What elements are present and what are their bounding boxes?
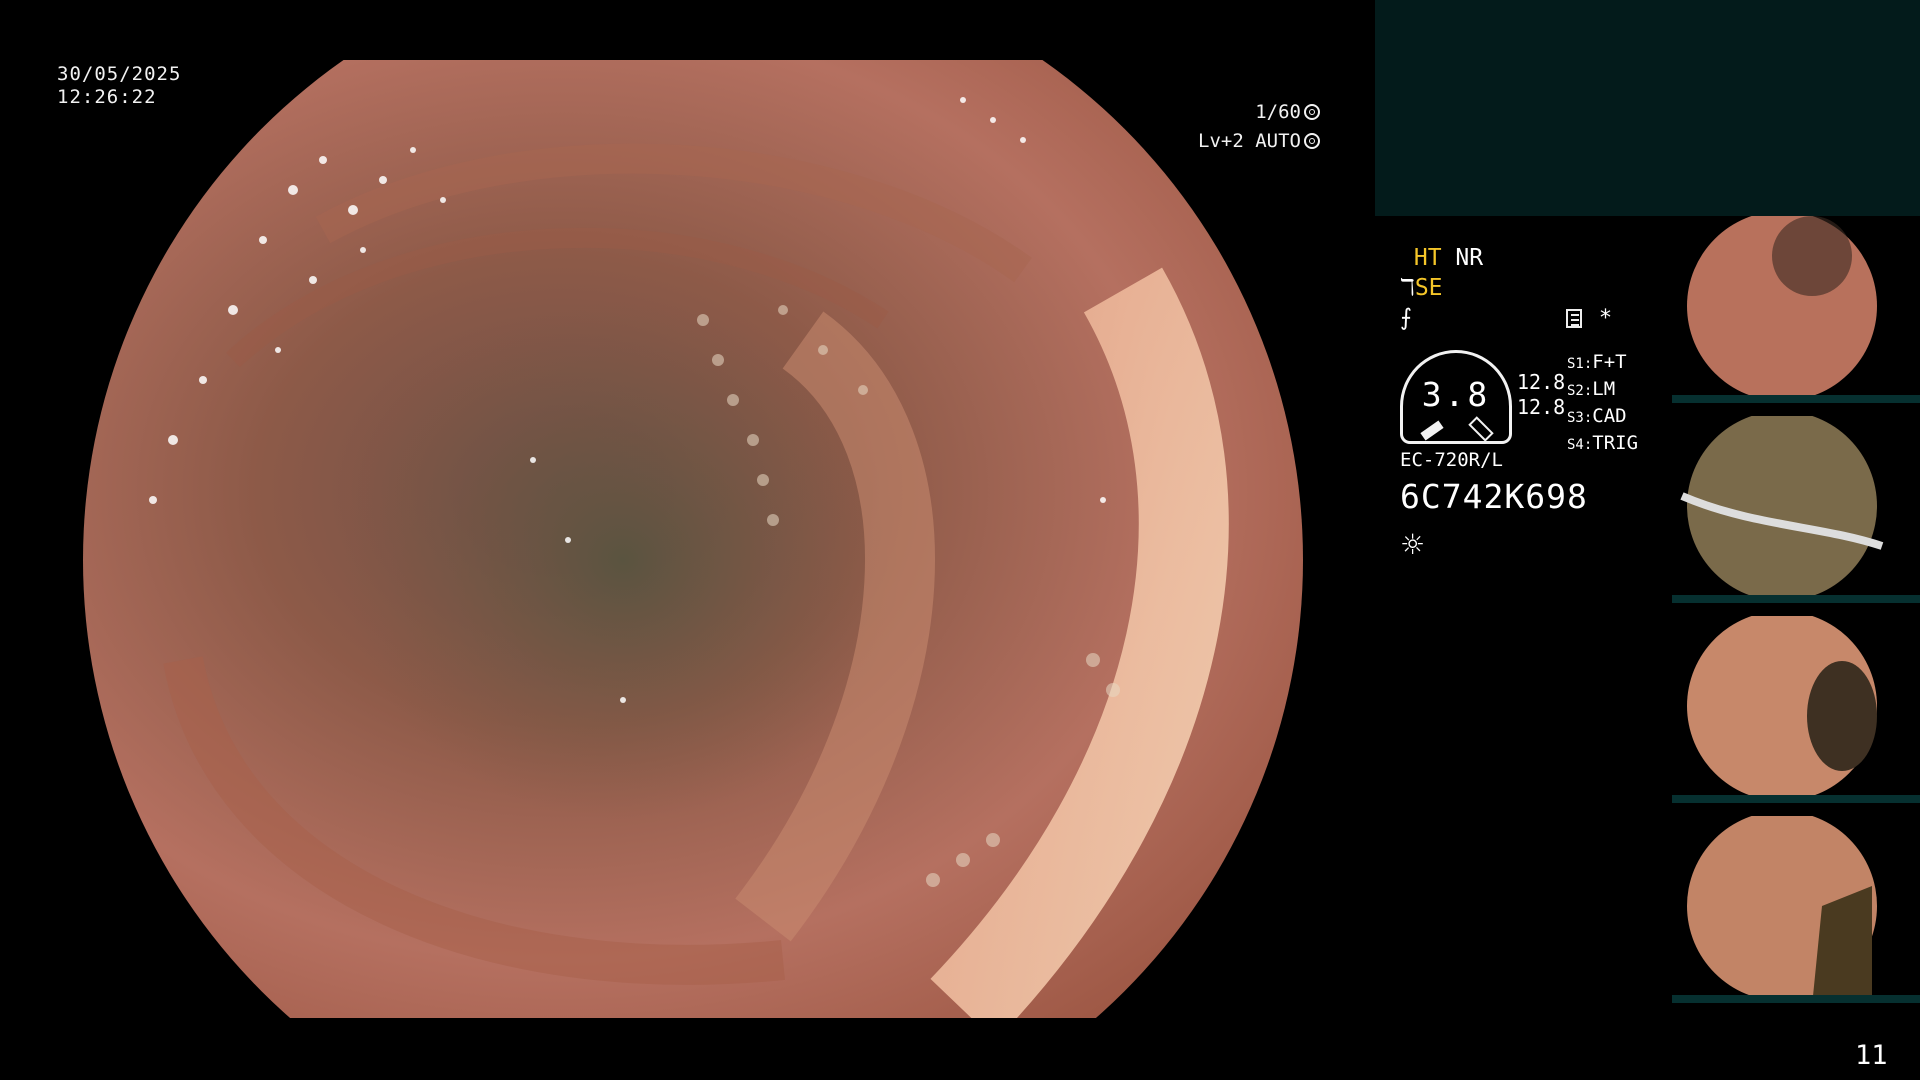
- exposure-mode: AUTO: [1255, 130, 1301, 152]
- zoom-gauge: 3.8: [1400, 350, 1512, 444]
- nr-mode: NR: [1455, 245, 1484, 271]
- star-icon: *: [1600, 306, 1611, 331]
- scope-setting-row: S3:CAD: [1567, 405, 1627, 427]
- thumbnail-bar: [1672, 395, 1920, 403]
- thumbnail-3[interactable]: [1672, 616, 1920, 803]
- scope-setting-row: S1:F+T: [1567, 351, 1627, 373]
- ht-mode: HT: [1413, 245, 1442, 271]
- gauge-right-marker: [1468, 416, 1494, 442]
- brightness-level: Lv+2: [1198, 130, 1244, 152]
- gauge-top-value: 12.8: [1517, 370, 1566, 394]
- time-text: 12:26:22: [57, 86, 157, 108]
- scope-model: EC-720R/L: [1400, 449, 1503, 471]
- se-prefix-icon: ℸ: [1400, 275, 1415, 301]
- thumbnail-bar: [1672, 995, 1920, 1003]
- info-panel-header: [1375, 0, 1920, 216]
- thumbnail-1[interactable]: [1672, 216, 1920, 403]
- scope-serial: 6C742K698: [1400, 477, 1588, 516]
- endoscope-main-view: [63, 60, 1312, 1018]
- date-text: 30/05/2025: [57, 63, 182, 85]
- lamp-icon: ☼: [1400, 528, 1426, 561]
- image-mode-block: HT NR ℸSE ⨍: [1400, 243, 1483, 333]
- shutter-icon: [1304, 104, 1320, 120]
- gauge-left-marker: [1420, 420, 1444, 441]
- shutter-speed: 1/60: [1255, 101, 1301, 123]
- scope-setting-row: S2:LM: [1567, 378, 1616, 400]
- se-mode: SE: [1414, 275, 1443, 301]
- gauge-readouts: 12.8 12.8: [1517, 370, 1565, 420]
- exposure-overlay: 1/60 Lv+2 AUTO: [1180, 98, 1320, 156]
- status-icons: *: [1566, 306, 1611, 331]
- auto-exposure-icon: [1304, 133, 1320, 149]
- page-number: 11: [1855, 1040, 1888, 1071]
- thumbnail-4[interactable]: [1672, 816, 1920, 1003]
- thumbnail-bar: [1672, 795, 1920, 803]
- date-time-overlay: 30/05/2025 12:26:22: [57, 63, 181, 109]
- record-icon: [1566, 309, 1582, 328]
- gauge-value: 3.8: [1421, 375, 1491, 414]
- f-symbol-icon: ⨍: [1400, 305, 1412, 331]
- scope-switch-settings: S1:F+T S2:LM S3:CAD S4:TRIG: [1567, 350, 1638, 458]
- thumbnail-bar: [1672, 595, 1920, 603]
- scope-setting-row: S4:TRIG: [1567, 432, 1639, 454]
- thumbnail-2[interactable]: [1672, 416, 1920, 603]
- gauge-bottom-value: 12.8: [1517, 395, 1566, 419]
